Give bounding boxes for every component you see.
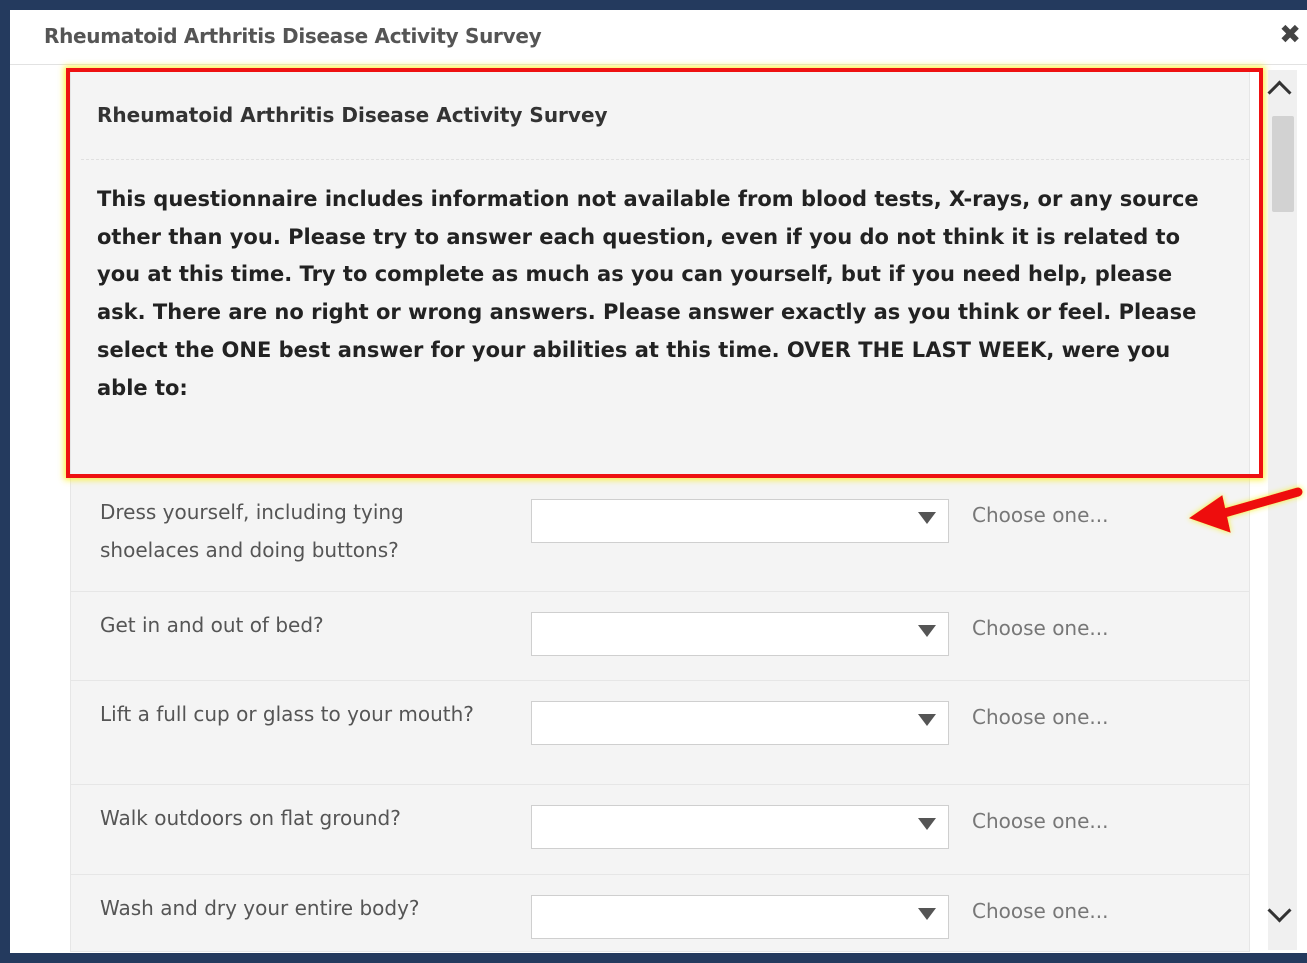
answer-select[interactable]: [531, 895, 949, 939]
question-row: Walk outdoors on flat ground? Choose one…: [71, 784, 1249, 874]
divider: [81, 159, 1249, 160]
question-row: Dress yourself, including tying shoelace…: [71, 479, 1249, 583]
choose-one-hint: Choose one...: [972, 899, 1109, 923]
question-row: Lift a full cup or glass to your mouth? …: [71, 680, 1249, 785]
dropdown-caret-icon: [918, 625, 936, 637]
survey-content: Rheumatoid Arthritis Disease Activity Su…: [70, 70, 1250, 952]
question-row: Wash and dry your entire body? Choose on…: [71, 874, 1249, 951]
answer-select[interactable]: [531, 805, 949, 849]
scroll-thumb[interactable]: [1272, 116, 1294, 212]
scroll-up-icon[interactable]: [1267, 80, 1292, 105]
survey-heading: Rheumatoid Arthritis Disease Activity Su…: [97, 103, 608, 127]
dialog-titlebar: Rheumatoid Arthritis Disease Activity Su…: [10, 10, 1307, 65]
question-label: Walk outdoors on flat ground?: [100, 806, 401, 830]
question-label: Dress yourself, including tying shoelace…: [100, 500, 404, 562]
answer-select[interactable]: [531, 701, 949, 745]
scroll-down-icon[interactable]: [1267, 898, 1292, 923]
question-label: Lift a full cup or glass to your mouth?: [100, 702, 474, 726]
close-icon[interactable]: ✖: [1279, 22, 1301, 48]
dropdown-caret-icon: [918, 714, 936, 726]
dropdown-caret-icon: [918, 908, 936, 920]
answer-select[interactable]: [531, 499, 949, 543]
choose-one-hint: Choose one...: [972, 705, 1109, 729]
question-row: Get in and out of bed? Choose one...: [71, 591, 1249, 681]
answer-select[interactable]: [531, 612, 949, 656]
question-label: Wash and dry your entire body?: [100, 896, 420, 920]
dropdown-caret-icon: [918, 818, 936, 830]
question-label: Get in and out of bed?: [100, 613, 324, 637]
choose-one-hint: Choose one...: [972, 503, 1109, 527]
choose-one-hint: Choose one...: [972, 616, 1109, 640]
dialog-title: Rheumatoid Arthritis Disease Activity Su…: [44, 24, 542, 48]
survey-instructions: This questionnaire includes information …: [97, 187, 1199, 400]
red-arrow-icon: [1188, 487, 1303, 533]
choose-one-hint: Choose one...: [972, 809, 1109, 833]
dropdown-caret-icon: [918, 512, 936, 524]
